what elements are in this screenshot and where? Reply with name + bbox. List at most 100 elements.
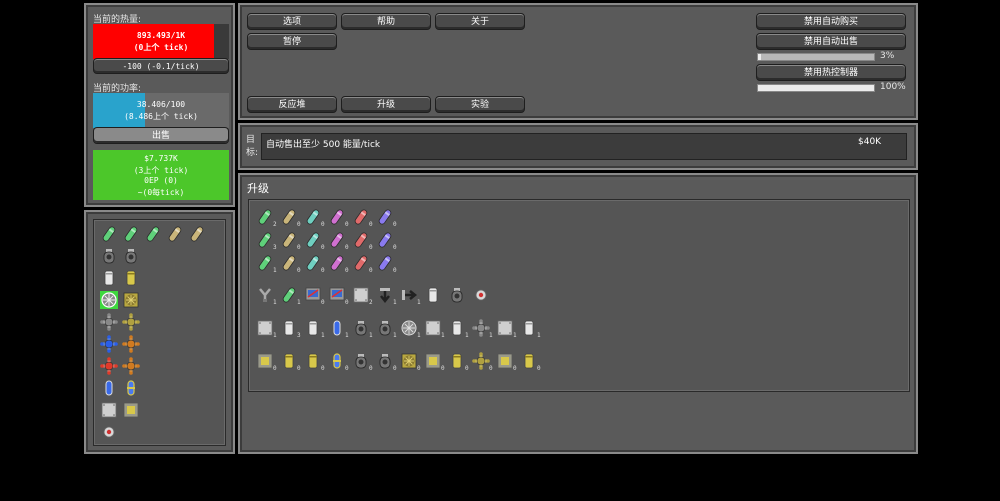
upgrade-vent-dark-icon[interactable] <box>376 319 394 337</box>
fan-yellow-icon[interactable] <box>122 291 140 309</box>
upgrade-canister-white-icon[interactable] <box>424 286 442 304</box>
cell-green-icon[interactable] <box>122 225 140 243</box>
sell-power-button[interactable]: 出售 <box>93 127 229 144</box>
upgrade-vent-dark-icon[interactable] <box>352 319 370 337</box>
upgrade-cell-teal-icon[interactable] <box>304 231 322 249</box>
canister-yellow-icon[interactable] <box>122 269 140 287</box>
upgrade-fan-gray-icon[interactable] <box>400 319 418 337</box>
cell-green-icon[interactable] <box>144 225 162 243</box>
upgrade-canister-white-icon[interactable] <box>304 319 322 337</box>
heat-controller-slider-fill <box>758 85 874 91</box>
upgrade-star-gray-icon[interactable] <box>472 319 490 337</box>
upgrades-panel: 升级 2 0 0 0 0 0 3 0 0 0 0 0 1 0 0 0 0 0 1 1 0 0 2 1 1 1 3 1 1 1 1 1 1 1 1 1 1… <box>238 173 918 454</box>
upgrade-cell-teal-icon[interactable] <box>304 208 322 226</box>
upgrade-plate-white-icon[interactable] <box>424 319 442 337</box>
upgrade-canister-white-icon[interactable] <box>520 319 538 337</box>
upgrade-cell-tan-icon[interactable] <box>280 208 298 226</box>
star-orange-icon[interactable] <box>122 357 140 375</box>
upgrade-cell-green-icon[interactable] <box>256 231 274 249</box>
upgrade-level: 0 <box>369 244 373 251</box>
upgrade-cell-tan-icon[interactable] <box>280 254 298 272</box>
upgrade-plate-white-icon[interactable] <box>352 286 370 304</box>
upgrade-cell-green-icon[interactable] <box>280 286 298 304</box>
upgrade-vent-dark-icon[interactable] <box>352 352 370 370</box>
upgrade-level: 0 <box>537 365 541 372</box>
upgrade-level: 1 <box>417 299 421 306</box>
upgrade-cell-magenta-icon[interactable] <box>328 231 346 249</box>
heat-controller-slider[interactable] <box>757 84 875 92</box>
upgrade-plate-white-icon[interactable] <box>496 319 514 337</box>
cell-tan-icon[interactable] <box>166 225 184 243</box>
upgrade-canister-white-icon[interactable] <box>448 319 466 337</box>
upgrade-canister-yellow-icon[interactable] <box>280 352 298 370</box>
upgrade-capsule-blue-icon[interactable] <box>328 319 346 337</box>
auto-sell-slider[interactable] <box>757 53 875 61</box>
pause-button[interactable]: 暂停 <box>247 33 337 50</box>
capsule-blue-icon[interactable] <box>100 379 118 397</box>
options-button[interactable]: 选项 <box>247 13 337 30</box>
upgrade-cell-teal-icon[interactable] <box>304 254 322 272</box>
upgrade-cell-red-icon[interactable] <box>352 254 370 272</box>
plate-yellow-icon[interactable] <box>122 401 140 419</box>
upgrade-plate-yellow-icon[interactable] <box>496 352 514 370</box>
upgrade-plate-white-icon[interactable] <box>256 319 274 337</box>
upgrade-level: 1 <box>465 332 469 339</box>
heat-controller-toggle[interactable]: 禁用热控制器 <box>756 64 906 81</box>
upgrade-cell-tan-icon[interactable] <box>280 231 298 249</box>
auto-buy-toggle[interactable]: 禁用自动购买 <box>756 13 906 30</box>
auto-sell-toggle[interactable]: 禁用自动出售 <box>756 33 906 50</box>
vent-dark-icon[interactable] <box>122 247 140 265</box>
upgrade-level: 0 <box>369 221 373 228</box>
upgrade-fan-yellow-icon[interactable] <box>400 352 418 370</box>
upgrade-cell-green-icon[interactable] <box>256 208 274 226</box>
upgrade-cell-purple-icon[interactable] <box>376 208 394 226</box>
upgrade-cell-purple-icon[interactable] <box>376 231 394 249</box>
star-gray-icon[interactable] <box>100 313 118 331</box>
help-button[interactable]: 帮助 <box>341 13 431 30</box>
upgrade-canister-white-icon[interactable] <box>280 319 298 337</box>
upgrade-level: 0 <box>321 299 325 306</box>
upgrade-canister-yellow-icon[interactable] <box>520 352 538 370</box>
tab-upgrades[interactable]: 升级 <box>341 96 431 113</box>
upgrade-cell-red-icon[interactable] <box>352 231 370 249</box>
upgrade-plate-yellow-icon[interactable] <box>424 352 442 370</box>
upgrade-level: 0 <box>489 365 493 372</box>
canister-white-icon[interactable] <box>100 269 118 287</box>
star-orange-icon[interactable] <box>122 335 140 353</box>
plate-white-icon[interactable] <box>100 401 118 419</box>
upgrade-cell-magenta-icon[interactable] <box>328 254 346 272</box>
about-button[interactable]: 关于 <box>435 13 525 30</box>
capsule-clip-icon[interactable] <box>122 379 140 397</box>
tab-experiments[interactable]: 实验 <box>435 96 525 113</box>
upgrade-disc-red-icon[interactable] <box>472 286 490 304</box>
upgrade-vent-dark-icon[interactable] <box>448 286 466 304</box>
upgrade-cell-green-icon[interactable] <box>256 254 274 272</box>
vent-heat-button[interactable]: -100 (-0.1/tick) <box>93 58 229 74</box>
upgrade-tool-y-icon[interactable] <box>256 286 274 304</box>
upgrade-level: 1 <box>393 299 397 306</box>
upgrade-cell-magenta-icon[interactable] <box>328 208 346 226</box>
cell-tan-icon[interactable] <box>188 225 206 243</box>
fan-selected-icon[interactable] <box>100 291 118 309</box>
star-yellow-icon[interactable] <box>122 313 140 331</box>
upgrade-capsule-clip-icon[interactable] <box>328 352 346 370</box>
upgrade-cell-purple-icon[interactable] <box>376 254 394 272</box>
star-blue-icon[interactable] <box>100 335 118 353</box>
upgrade-canister-yellow-icon[interactable] <box>304 352 322 370</box>
upgrade-plate-yellow-icon[interactable] <box>256 352 274 370</box>
cell-green-icon[interactable] <box>100 225 118 243</box>
upgrade-monitor-icon[interactable] <box>304 286 322 304</box>
upgrade-arrow-right-icon[interactable] <box>400 286 418 304</box>
upgrade-monitor-icon[interactable] <box>328 286 346 304</box>
upgrade-star-yellow-icon[interactable] <box>472 352 490 370</box>
vent-dark-icon[interactable] <box>100 247 118 265</box>
money-display: $7.737K (3上个 tick) 0EP (0) ~(0每tick) <box>93 150 229 200</box>
upgrade-arrow-down-icon[interactable] <box>376 286 394 304</box>
upgrade-canister-yellow-icon[interactable] <box>448 352 466 370</box>
upgrade-cell-red-icon[interactable] <box>352 208 370 226</box>
tab-reactor[interactable]: 反应堆 <box>247 96 337 113</box>
upgrade-vent-dark-icon[interactable] <box>376 352 394 370</box>
disc-red-icon[interactable] <box>100 423 118 441</box>
heat-tick: (0上个 tick) <box>133 43 189 52</box>
star-red-icon[interactable] <box>100 357 118 375</box>
